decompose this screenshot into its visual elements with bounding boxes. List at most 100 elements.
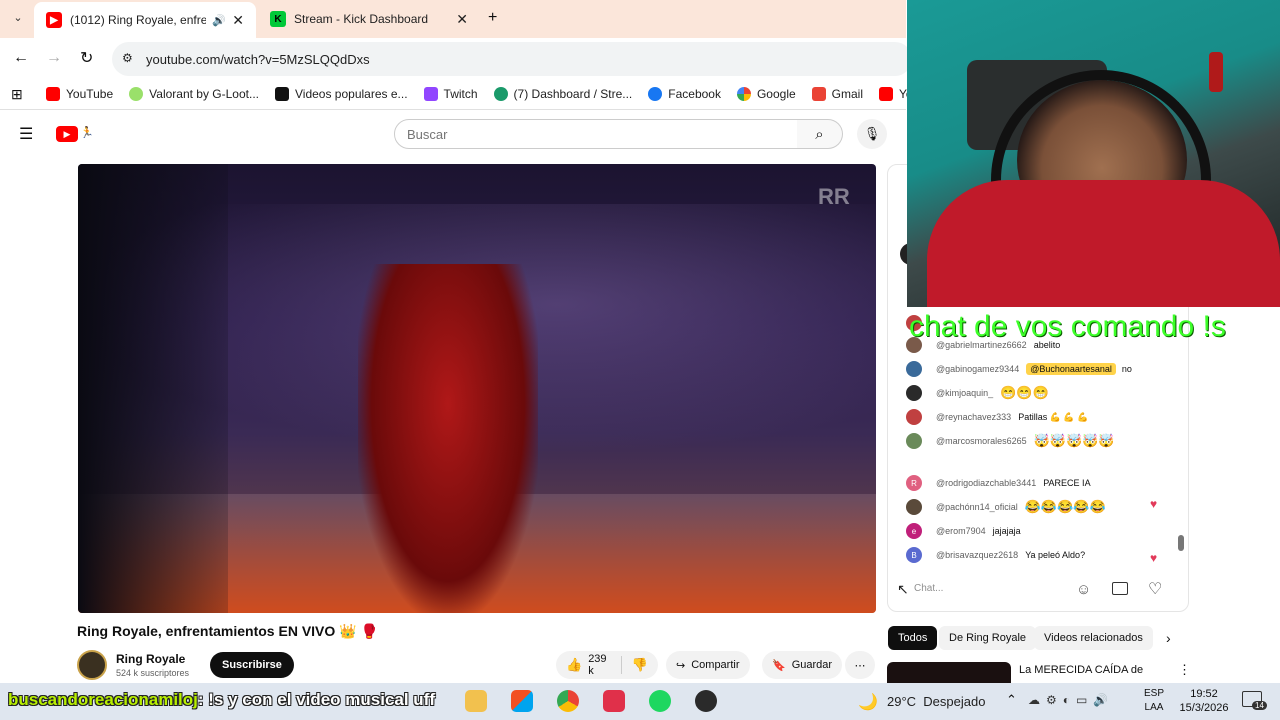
bookmark-youtube[interactable]: YouTube [46,86,113,101]
chat-author[interactable]: @kimjoaquin_ [936,388,993,398]
chat-message: @reynachavez333 Patillas 💪 💪 💪 [906,409,1176,425]
chevron-up-icon[interactable]: ⌃ [1006,692,1017,708]
language-indicator[interactable]: ESP LAA [1144,687,1164,715]
video-title: Ring Royale, enfrentamientos EN VIVO 👑 🥊 [77,623,378,639]
video-player[interactable]: RR [78,164,876,613]
site-info-icon[interactable]: ⚙ [122,51,133,65]
microsoft-store-icon[interactable] [511,690,533,712]
youtube-icon [879,86,894,101]
chat-author[interactable]: @pachónn14_oficial [936,502,1018,512]
related-title[interactable]: La MERECIDA CAÍDA de [1019,664,1143,676]
emoji-icon[interactable]: ☺ [1076,581,1091,598]
chat-text: 🤯🤯🤯🤯🤯 [1033,433,1115,448]
bookmark-icon: 🔖 [772,659,786,672]
person-left-figure [78,164,228,613]
share-button[interactable]: ↪ Compartir [666,651,750,679]
new-tab-icon[interactable]: + [488,9,497,27]
chat-author[interactable]: @marcosmorales6265 [936,436,1027,446]
chat-message: B @brisavazquez2618 Ya peleó Aldo? [906,547,1176,563]
bookmark-twitch[interactable]: Twitch [423,86,478,101]
chip-videos-relacionados[interactable]: Videos relacionados [1034,626,1153,650]
bookmark-gmail[interactable]: Gmail [811,86,863,101]
webcam-overlay [907,0,1280,307]
dislike-icon[interactable]: 👎 [632,657,648,673]
chat-text: 😁😁😁 [1000,385,1049,400]
chat-message: @marcosmorales6265 🤯🤯🤯🤯🤯 [906,433,1176,449]
spotify-icon[interactable] [649,690,671,712]
chat-text: Patillas 💪 💪 💪 [1018,411,1089,422]
tab-youtube[interactable]: ▶ (1012) Ring Royale, enfrentamientos EN… [34,2,256,38]
obs-icon[interactable] [695,690,717,712]
chevron-right-icon[interactable]: › [1166,630,1171,646]
tab-kick[interactable]: K Stream - Kick Dashboard ✕ [258,0,480,38]
channel-name[interactable]: Ring Royale [116,652,185,666]
bookmarks-bar: ⊞ YouTube Valorant by G-Loot... Videos p… [0,78,933,110]
bookmark-tiktok[interactable]: Videos populares e... [275,86,408,101]
tiktok-icon[interactable] [603,690,625,712]
gloot-icon [129,86,144,101]
menu-icon[interactable]: ☰ [19,124,33,144]
bookmark-facebook[interactable]: Facebook [648,86,721,101]
bookmark-valorant[interactable]: Valorant by G-Loot... [129,86,259,101]
notification-count: 14 [1252,701,1267,710]
heart-icon[interactable]: ♡ [1148,579,1162,599]
mouse-cursor-icon: ↖ [897,581,909,597]
youtube-icon [46,86,60,101]
chat-author[interactable]: @reynachavez333 [936,412,1011,422]
reload-icon[interactable]: ↻ [80,48,93,68]
save-button[interactable]: 🔖 Guardar [762,651,843,679]
more-actions-button[interactable]: ⋯ [845,651,875,679]
chat-author[interactable]: @erom7904 [936,526,986,536]
chat-author[interactable]: @gabinogamez9344 [936,364,1019,374]
browser-toolbar: ← → ↻ ⚙ youtube.com/watch?v=5MzSLQQdDxs [0,38,912,78]
heart-reaction-icon: ♥ [1150,551,1158,565]
subscribe-button[interactable]: Suscribirse [210,652,294,678]
kick-favicon-icon: K [270,11,286,27]
chat-author[interactable]: @brisavazquez2618 [936,550,1018,560]
close-tab-icon[interactable]: ✕ [232,12,244,29]
apps-grid-icon[interactable]: ⊞ [11,86,23,103]
tab-search-dropdown[interactable]: ⌄ [10,11,26,27]
channel-watermark: RR [818,184,850,209]
chrome-icon[interactable] [557,690,579,712]
super-chat-icon[interactable] [1112,582,1128,595]
search-input[interactable]: Buscar [394,119,798,149]
clock[interactable]: 19:52 15/3/2026 [1174,687,1234,715]
microphone-icon[interactable]: 🎙 [857,119,887,149]
weather-icon[interactable]: 🌙 [858,692,878,712]
chat-message: R @rodrigodiazchable3441 PARECE IA [906,475,1176,491]
chip-todos[interactable]: Todos [888,626,938,650]
back-icon[interactable]: ← [13,49,29,67]
browser-tab-bar: ⌄ ▶ (1012) Ring Royale, enfrentamientos … [0,0,906,38]
tiktok-icon [275,86,289,101]
chat-scrollbar[interactable] [1178,535,1184,551]
bookmark-dashboard[interactable]: (7) Dashboard / Stre... [493,86,632,101]
tab-title: Stream - Kick Dashboard [294,12,429,26]
like-count[interactable]: 239 k [588,653,611,677]
related-thumbnail[interactable] [887,662,1011,683]
forward-icon[interactable]: → [46,49,62,67]
search-icon: ⌕ [815,125,824,143]
chat-author[interactable]: @rodrigodiazchable3441 [936,478,1036,488]
file-explorer-icon[interactable] [465,690,487,712]
weather-text[interactable]: 29°C Despejado [887,694,985,709]
mention-badge[interactable]: @Buchonaartesanal [1026,363,1116,375]
youtube-logo[interactable]: ▶ [56,126,78,142]
chat-text: 😂😂😂😂😂 [1024,499,1106,514]
chip-de-ring-royale[interactable]: De Ring Royale [939,626,1037,650]
bookmark-google[interactable]: Google [736,86,796,101]
close-tab-icon[interactable]: ✕ [456,11,468,28]
performer-figure [358,264,538,613]
chat-avatar: e [906,523,922,539]
twitch-icon [423,86,438,101]
search-button[interactable]: ⌕ [797,119,843,149]
address-bar[interactable]: ⚙ youtube.com/watch?v=5MzSLQQdDxs [112,42,912,76]
like-icon[interactable]: 👍 [566,657,582,673]
system-tray-icons[interactable]: ☁⚙◐▭🔊 [1028,693,1114,707]
stream-chat-ticker: buscandoreacionamiloj: !s y con el video… [8,690,435,710]
chat-avatar: R [906,475,922,491]
chat-input[interactable]: Chat... [914,583,1074,601]
related-menu-icon[interactable]: ⋮ [1178,662,1191,678]
channel-avatar[interactable] [77,650,107,680]
audio-icon[interactable]: 🔊 [212,14,226,27]
